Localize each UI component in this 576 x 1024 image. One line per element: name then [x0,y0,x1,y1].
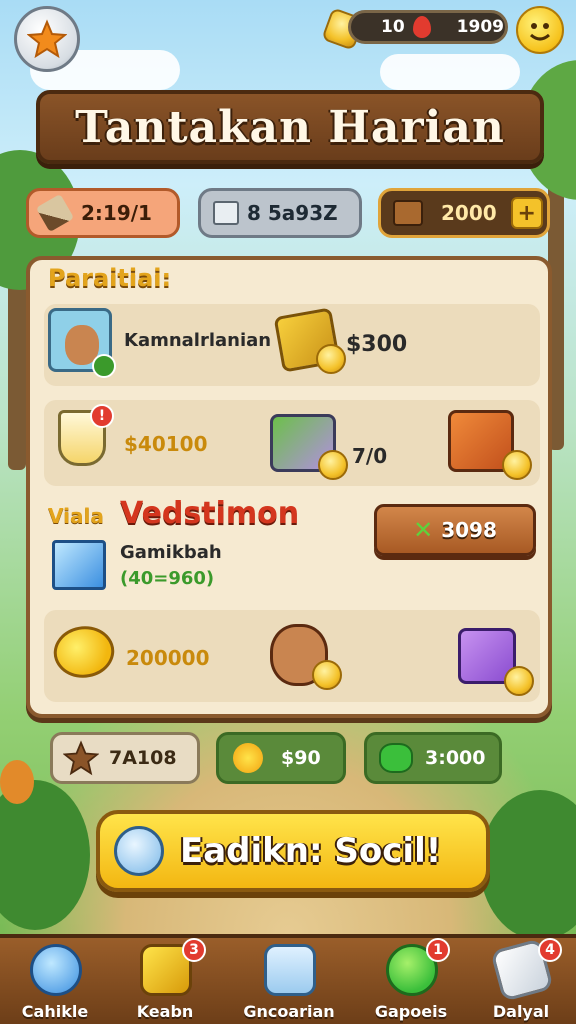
star-icon [27,19,67,59]
alert-badge: ! [90,404,114,428]
nav-badge-4: 1 [426,938,450,962]
resource-bar: 10 1909 [348,10,508,44]
coin-icon [316,344,346,374]
main-action-label: Eadikn: Socil! [180,831,442,871]
claim-button[interactable]: ✕ 3098 [374,504,536,556]
resource-total: 1909 [456,17,504,37]
stat-chest-value: 2000 [441,201,497,225]
smiley-icon [530,23,550,41]
coin-icon [504,666,534,696]
challenge-row-2[interactable]: ! $40100 7/0 [44,400,540,486]
pencil-icon [30,944,82,996]
brush-icon [35,193,75,233]
challenges-panel: Paraitiai: Kamnalrlanian $300 ! $40100 7… [26,256,552,718]
nav-label-1: Cahikle [21,1002,89,1021]
nav-label-2: Keabn [136,1002,194,1021]
challenge-row-4[interactable]: 200000 [44,610,540,702]
resource-value: 10 [381,17,405,37]
panel-title: Paraitiai: [48,264,172,292]
row2-reward-a: $40100 [124,432,208,456]
nav-badge-2: 3 [182,938,206,962]
coin-icon [502,450,532,480]
sun-icon [233,743,263,773]
title-banner: Tantakan Harian [36,90,544,164]
featured-subtitle: Gamikbah [120,542,222,563]
plus-icon[interactable]: + [510,197,543,229]
chest-icon [393,200,423,226]
nav-badge-5: 4 [538,938,562,962]
row2-reward-b: 7/0 [352,444,388,468]
lemon-icon [46,617,122,687]
page-title: Tantakan Harian [75,101,505,153]
stat-brush-value: 2:19/1 [81,201,152,225]
row1-reward: $300 [346,332,408,357]
nav-label-4: Gapoeis [374,1002,448,1021]
stat-gift-value: 8 5a93Z [247,201,338,225]
row4-reward: 200000 [126,646,210,670]
ice-cube-icon [52,540,106,590]
nav-tab-3[interactable]: Gncoarian [234,938,344,1024]
check-icon: ✕ [413,516,434,544]
profile-smiley-button[interactable] [516,6,564,54]
row1-label: Kamnalrlanian [124,330,272,351]
coin-icon [312,660,342,690]
featured-challenge[interactable]: Viala Vedstimon Gamikbah (40=960) ✕ 3098 [44,496,540,604]
coin-icon [318,450,348,480]
chip-sun-value: $90 [281,747,321,769]
star-icon [63,740,99,776]
chip-clover[interactable]: 3:000 [364,732,502,784]
claim-button-label: 3098 [441,518,497,542]
stat-gift[interactable]: 8 5a93Z [198,188,362,238]
chip-star[interactable]: 7A108 [50,732,200,784]
nav-tab-1[interactable]: Cahikle [0,938,110,1024]
clover-icon [379,743,413,773]
favorites-button[interactable] [14,6,80,72]
nav-tab-5[interactable]: 4 Dalyal [466,938,576,1024]
challenge-row-1[interactable]: Kamnalrlanian $300 [44,304,540,386]
gem-icon [412,16,431,38]
stat-chest[interactable]: 2000 + [378,188,550,238]
gift-icon [213,201,239,225]
chip-sun[interactable]: $90 [216,732,346,784]
nav-tab-2[interactable]: 3 Keabn [110,938,220,1024]
nav-tab-4[interactable]: 1 Gapoeis [356,938,466,1024]
featured-prefix: Viala [48,504,104,528]
featured-progress: (40=960) [120,568,215,589]
nav-label-5: Dalyal [492,1002,550,1021]
gear-icon [92,354,116,378]
bottom-nav: Cahikle 3 Keabn Gncoarian 1 Gapoeis 4 Da… [0,934,576,1024]
stat-brush[interactable]: 2:19/1 [26,188,180,238]
main-action-button[interactable]: Eadikn: Socil! [96,810,490,892]
nav-label-3: Gncoarian [243,1002,335,1021]
chip-star-value: 7A108 [109,747,177,769]
chip-clover-value: 3:000 [425,747,486,769]
compass-icon [114,826,164,876]
calendar-icon [264,944,316,996]
featured-title: Vedstimon [120,496,300,531]
